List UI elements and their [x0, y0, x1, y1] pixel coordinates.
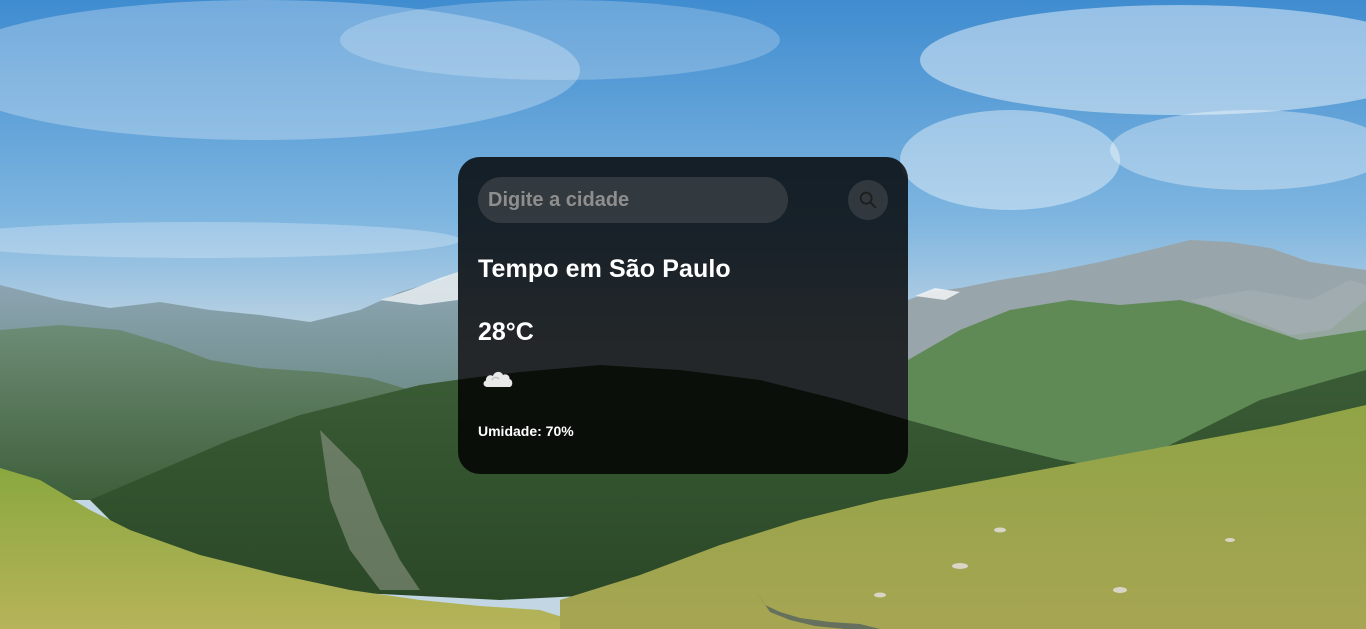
- cloud-icon: [483, 371, 513, 387]
- weather-card: Tempo em São Paulo 28°C Umidade: 70%: [458, 157, 908, 474]
- humidity-text: Umidade: 70%: [478, 423, 574, 439]
- city-search-input[interactable]: [478, 177, 788, 223]
- app-background: Tempo em São Paulo 28°C Umidade: 70%: [0, 0, 1366, 629]
- search-bar: [478, 177, 888, 223]
- search-icon: [859, 191, 877, 209]
- city-weather-title: Tempo em São Paulo: [478, 255, 731, 283]
- temperature-value: 28°C: [478, 318, 534, 346]
- search-button[interactable]: [848, 180, 888, 220]
